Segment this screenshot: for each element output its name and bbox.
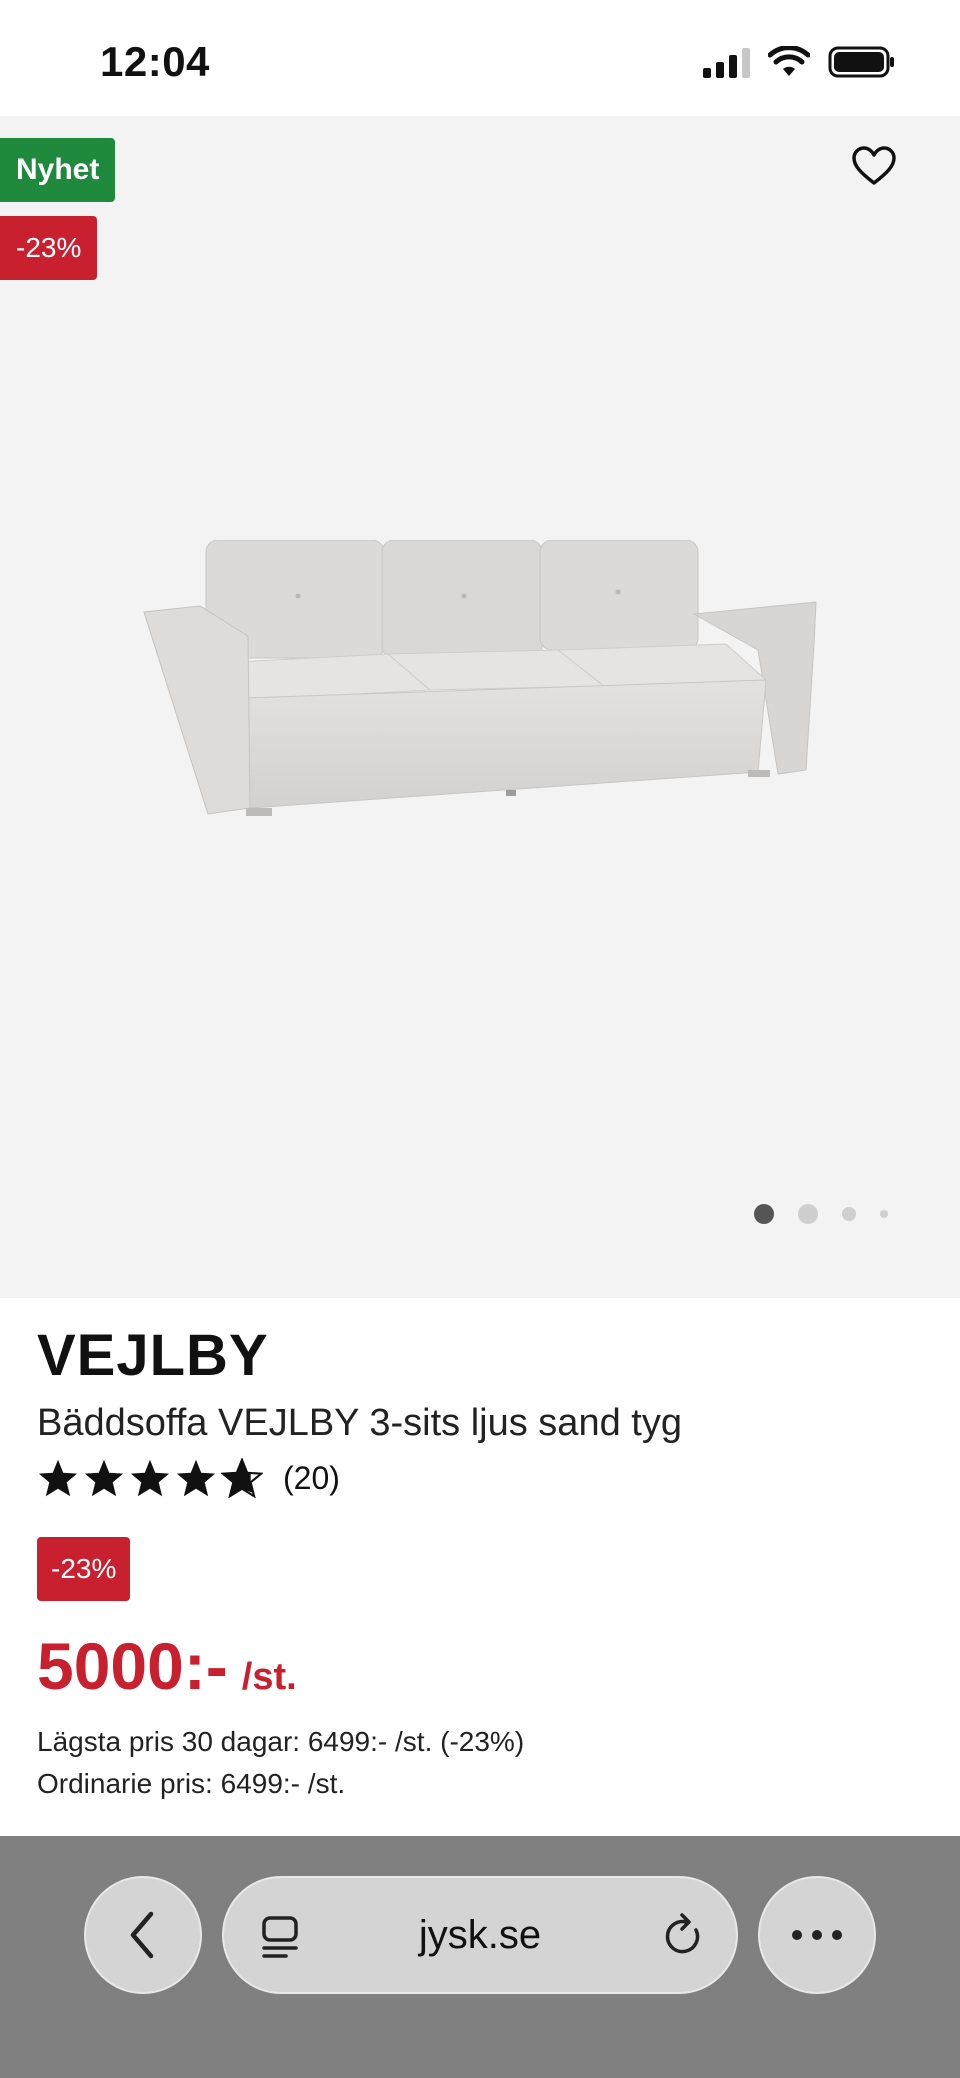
gallery-dot[interactable] — [880, 1210, 888, 1218]
gallery-discount-badge: -23% — [0, 216, 98, 280]
product-image[interactable] — [138, 540, 828, 840]
star-icon — [130, 1459, 170, 1497]
rating-count[interactable]: (20) — [283, 1460, 340, 1497]
star-icon — [176, 1459, 216, 1497]
product-price: 5000:- — [37, 1629, 228, 1703]
page-menu-icon[interactable] — [260, 1914, 302, 1960]
url-text[interactable]: jysk.se — [419, 1913, 541, 1958]
browser-toolbar: jysk.se — [0, 1836, 960, 2078]
lowest-price-info: Lägsta pris 30 dagar: 6499:- /st. (-23%) — [37, 1726, 525, 1757]
star-icon — [84, 1459, 124, 1497]
cellular-signal-icon — [703, 46, 750, 78]
favorite-button[interactable] — [846, 138, 902, 194]
product-brand: VEJLBY — [37, 1323, 269, 1388]
status-icons — [703, 44, 896, 80]
price-row: 5000:- /st. — [37, 1628, 297, 1704]
star-half-icon — [221, 1458, 263, 1498]
discount-badge: -23% — [37, 1537, 131, 1601]
product-title: Bäddsoffa VEJLBY 3-sits ljus sand tyg — [37, 1402, 682, 1444]
back-button[interactable] — [84, 1876, 202, 1994]
gallery-dot[interactable] — [798, 1204, 818, 1224]
regular-price-info: Ordinarie pris: 6499:- /st. — [37, 1768, 346, 1799]
reload-icon[interactable] — [662, 1912, 706, 1960]
battery-icon — [828, 46, 894, 78]
ellipsis-icon — [792, 1930, 842, 1940]
gallery-dot-active[interactable] — [754, 1204, 774, 1224]
status-bar: 12:04 — [0, 0, 960, 116]
new-badge: Nyhet — [0, 138, 116, 202]
address-bar[interactable]: jysk.se — [222, 1876, 738, 1994]
product-gallery[interactable]: Nyhet -23% — [0, 116, 960, 1298]
chevron-left-icon — [130, 1911, 154, 1959]
status-time: 12:04 — [100, 38, 210, 85]
heart-icon — [852, 146, 896, 185]
gallery-pagination[interactable] — [754, 1204, 888, 1224]
rating-stars — [37, 1458, 263, 1498]
wifi-icon — [768, 46, 810, 76]
more-button[interactable] — [758, 1876, 876, 1994]
star-icon — [38, 1459, 78, 1497]
gallery-dot[interactable] — [842, 1207, 856, 1221]
price-unit: /st. — [241, 1656, 297, 1698]
product-rating[interactable]: (20) — [37, 1458, 340, 1498]
